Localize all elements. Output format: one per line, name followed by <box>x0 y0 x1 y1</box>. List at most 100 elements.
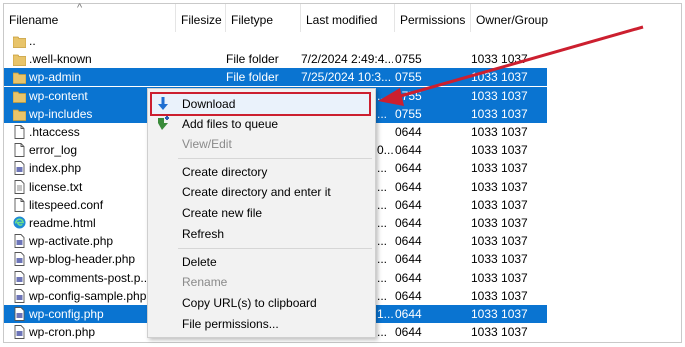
owner-group-cell: 1033 1037 <box>471 252 528 267</box>
last-modified-fragment: 1... <box>377 307 394 321</box>
menu-separator <box>178 158 372 159</box>
menu-item-copy-url[interactable]: Copy URL(s) to clipboard <box>148 293 375 313</box>
permissions-cell: 0644 <box>395 252 422 267</box>
last-modified-cell: 7/2/2024 2:49:4... <box>301 52 393 67</box>
menu-item-create-directory-enter[interactable]: Create directory and enter it <box>148 182 375 202</box>
folder-icon <box>12 107 27 121</box>
permissions-cell: 0755 <box>395 52 422 67</box>
column-last-modified[interactable]: Last modified <box>301 4 395 32</box>
menu-item-rename-label: Rename <box>182 275 228 289</box>
owner-group-cell: 1033 1037 <box>471 88 528 103</box>
table-row[interactable]: .. <box>4 32 547 50</box>
download-arrow-icon <box>158 97 168 110</box>
column-header-bar: Filename ^ Filesize Filetype Last modifi… <box>4 2 681 32</box>
column-filesize[interactable]: Filesize <box>176 4 226 32</box>
last-modified-fragment: ... <box>377 252 388 267</box>
menu-item-file-permissions[interactable]: File permissions... <box>148 314 375 334</box>
last-modified-fragment: ... <box>377 325 388 340</box>
context-menu: Download Add files to queue View/Edit Cr… <box>147 88 376 338</box>
menu-item-add-to-queue[interactable]: Add files to queue <box>148 114 375 134</box>
menu-item-view-edit: View/Edit <box>148 134 375 154</box>
permissions-cell: 0644 <box>395 270 422 285</box>
owner-group-cell <box>471 32 547 50</box>
menu-item-copy-url-label: Copy URL(s) to clipboard <box>182 296 317 310</box>
permissions-cell: 0644 <box>395 234 422 249</box>
column-owner-group[interactable]: Owner/Group <box>471 4 571 32</box>
owner-group-cell: 1033 1037 <box>471 307 528 321</box>
column-filename-label: Filename <box>9 13 59 27</box>
owner-group-cell: 1033 1037 <box>471 125 528 139</box>
owner-group-cell: 1033 1037 <box>471 106 528 121</box>
permissions-cell: 0755 <box>395 106 422 121</box>
last-modified-cell: 7/25/2024 10:3... <box>301 70 392 85</box>
folder-icon <box>12 52 27 67</box>
sort-ascending-icon: ^ <box>77 2 83 14</box>
folder-icon <box>12 70 27 85</box>
file-icon <box>13 197 26 212</box>
permissions-cell: 0644 <box>395 179 422 194</box>
owner-group-cell: 1033 1037 <box>471 234 528 249</box>
file-name-cell: wp-admin <box>29 70 82 85</box>
menu-item-file-permissions-label: File permissions... <box>182 317 279 331</box>
owner-group-cell: 1033 1037 <box>471 288 528 303</box>
last-modified-fragment: 0... <box>377 143 394 158</box>
menu-item-add-to-queue-label: Add files to queue <box>182 117 279 131</box>
owner-group-cell: 1033 1037 <box>471 179 528 194</box>
owner-group-cell: 1033 1037 <box>471 325 528 340</box>
file-name-cell: .. <box>29 34 36 48</box>
permissions-cell <box>395 32 469 50</box>
owner-group-cell: 1033 1037 <box>471 143 528 158</box>
last-modified-fragment: ... <box>377 197 388 212</box>
add-to-queue-icon <box>158 116 169 130</box>
php-file-icon <box>13 270 26 285</box>
last-modified-fragment: ... <box>377 106 388 121</box>
php-file-icon <box>13 234 26 249</box>
menu-item-download-label: Download <box>182 97 236 111</box>
menu-item-create-new-file-label: Create new file <box>182 206 263 220</box>
file-type-cell: File folder <box>226 70 279 85</box>
menu-item-rename: Rename <box>148 272 375 292</box>
php-file-icon <box>13 252 26 267</box>
php-file-icon <box>13 288 26 303</box>
php-file-icon <box>13 161 26 176</box>
last-modified-fragment: ... <box>377 88 388 103</box>
menu-item-refresh-label: Refresh <box>182 227 225 241</box>
last-modified-fragment: ... <box>377 179 388 194</box>
last-modified-fragment: ... <box>377 270 388 285</box>
last-modified-cell <box>301 32 393 50</box>
owner-group-cell: 1033 1037 <box>471 52 528 67</box>
last-modified-fragment: ... <box>377 288 388 303</box>
menu-item-create-new-file[interactable]: Create new file <box>148 203 375 223</box>
folder-icon <box>12 89 27 103</box>
permissions-cell: 0755 <box>395 70 422 85</box>
folder-icon <box>12 34 27 48</box>
owner-group-cell: 1033 1037 <box>471 70 528 85</box>
permissions-cell: 0644 <box>395 125 422 139</box>
menu-item-delete[interactable]: Delete <box>148 252 375 272</box>
file-type-cell <box>226 32 302 50</box>
table-row[interactable]: .well-known File folder 7/2/2024 2:49:4...… <box>4 50 547 68</box>
file-type-cell: File folder <box>226 52 279 67</box>
permissions-cell: 0644 <box>395 307 422 321</box>
table-row[interactable]: wp-admin File folder 7/25/2024 10:3... 0755… <box>4 68 547 87</box>
menu-item-download[interactable]: Download <box>148 94 375 114</box>
column-permissions[interactable]: Permissions <box>395 4 471 32</box>
owner-group-cell: 1033 1037 <box>471 270 528 285</box>
owner-group-cell: 1033 1037 <box>471 161 528 176</box>
file-icon <box>13 125 26 139</box>
last-modified-fragment: ... <box>377 216 388 230</box>
php-file-icon <box>13 325 26 340</box>
menu-item-create-directory[interactable]: Create directory <box>148 162 375 182</box>
last-modified-fragment: ... <box>377 161 388 176</box>
menu-item-create-directory-label: Create directory <box>182 165 268 179</box>
permissions-cell: 0644 <box>395 143 422 158</box>
column-filetype[interactable]: Filetype <box>226 4 301 32</box>
menu-separator <box>178 248 372 249</box>
menu-item-create-directory-enter-label: Create directory and enter it <box>182 185 331 199</box>
edge-html-icon <box>13 216 26 230</box>
file-icon <box>13 143 26 158</box>
owner-group-cell: 1033 1037 <box>471 197 528 212</box>
menu-item-refresh[interactable]: Refresh <box>148 224 375 244</box>
column-filename[interactable]: Filename ^ <box>4 2 176 32</box>
permissions-cell: 0644 <box>395 288 422 303</box>
